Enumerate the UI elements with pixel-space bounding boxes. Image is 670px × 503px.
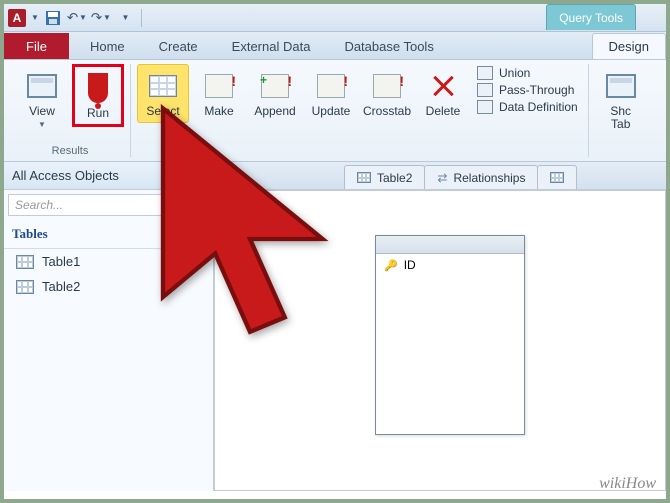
tab-external-data[interactable]: External Data: [215, 33, 328, 59]
key-icon: 🔑: [384, 259, 398, 272]
ribbon-tabstrip: Query Tools File Home Create External Da…: [4, 32, 666, 60]
make-table-button[interactable]: Make: [193, 64, 245, 123]
select-icon: [149, 75, 177, 97]
app-menu-caret[interactable]: ▼: [31, 13, 39, 22]
append-button[interactable]: Append: [249, 64, 301, 123]
passthrough-icon: [477, 83, 493, 97]
tab-home[interactable]: Home: [73, 33, 142, 59]
tab-file[interactable]: File: [4, 33, 69, 59]
doc-tab-query[interactable]: [537, 165, 577, 189]
save-button[interactable]: [43, 8, 63, 28]
showtable-icon: [606, 74, 636, 98]
field-list-header[interactable]: [376, 236, 524, 254]
tab-database-tools[interactable]: Database Tools: [327, 33, 450, 59]
update-icon: [317, 74, 345, 98]
separator: [141, 9, 142, 27]
show-table-button[interactable]: ShcTab: [595, 64, 647, 136]
query-canvas[interactable]: 🔑 ID: [214, 190, 666, 491]
datadef-icon: [477, 100, 493, 114]
chevron-down-icon: «: [201, 171, 205, 180]
doc-tab-relationships[interactable]: ⇄ Relationships: [424, 165, 538, 189]
passthrough-button[interactable]: Pass-Through: [477, 83, 578, 97]
tab-create[interactable]: Create: [142, 33, 215, 59]
view-button[interactable]: View ▼: [16, 64, 68, 134]
run-button[interactable]: Run: [72, 64, 124, 127]
ribbon-group-results: View ▼ Run Results: [10, 64, 131, 157]
ribbon: View ▼ Run Results Select Make Append: [4, 60, 666, 162]
relationships-icon: ⇄: [437, 171, 447, 185]
search-input[interactable]: Search...: [8, 194, 209, 216]
workspace: All Access Objects « Search... Tables Ta…: [4, 162, 666, 491]
table-icon: [16, 280, 34, 294]
redo-icon: ↷: [91, 10, 102, 26]
field-row-id[interactable]: 🔑 ID: [376, 254, 524, 276]
field-list[interactable]: 🔑 ID: [375, 235, 525, 435]
ribbon-group-setup: ShcTab: [589, 64, 653, 157]
chevron-down-icon: ▼: [38, 120, 46, 129]
datadef-button[interactable]: Data Definition: [477, 100, 578, 114]
design-area: Table2 ⇄ Relationships 🔑 ID: [214, 162, 666, 491]
navigation-pane: All Access Objects « Search... Tables Ta…: [4, 162, 214, 491]
watermark: wikiHow: [599, 475, 656, 493]
delete-query-button[interactable]: Delete: [417, 64, 469, 123]
crosstab-button[interactable]: Crosstab: [361, 64, 413, 123]
contextual-tab-group: Query Tools: [546, 4, 636, 30]
update-button[interactable]: Update: [305, 64, 357, 123]
datasheet-icon: [27, 74, 57, 98]
delete-icon: [432, 75, 454, 97]
qat-customize[interactable]: ▼: [115, 8, 135, 28]
ribbon-group-querytype: Select Make Append Update Crosstab Delet…: [131, 64, 589, 157]
union-icon: [477, 66, 493, 80]
append-icon: [261, 74, 289, 98]
undo-icon: ↶: [67, 10, 78, 26]
document-tabs: Table2 ⇄ Relationships: [214, 162, 666, 190]
maketable-icon: [205, 74, 233, 98]
undo-button[interactable]: ↶▼: [67, 8, 87, 28]
select-query-button[interactable]: Select: [137, 64, 189, 123]
query-icon: [550, 172, 564, 183]
union-button[interactable]: Union: [477, 66, 578, 80]
nav-category-tables[interactable]: Tables: [4, 220, 213, 249]
tab-design[interactable]: Design: [592, 33, 666, 59]
table-icon: [16, 255, 34, 269]
save-icon: [45, 10, 61, 26]
redo-button[interactable]: ↷▼: [91, 8, 111, 28]
exclamation-icon: [88, 73, 108, 103]
crosstab-icon: [373, 74, 401, 98]
table-icon: [357, 172, 371, 183]
nav-item-table2[interactable]: Table2: [4, 274, 213, 299]
nav-item-table1[interactable]: Table1: [4, 249, 213, 274]
nav-header[interactable]: All Access Objects «: [4, 162, 213, 190]
app-icon: A: [8, 9, 26, 27]
doc-tab-table2[interactable]: Table2: [344, 165, 425, 189]
